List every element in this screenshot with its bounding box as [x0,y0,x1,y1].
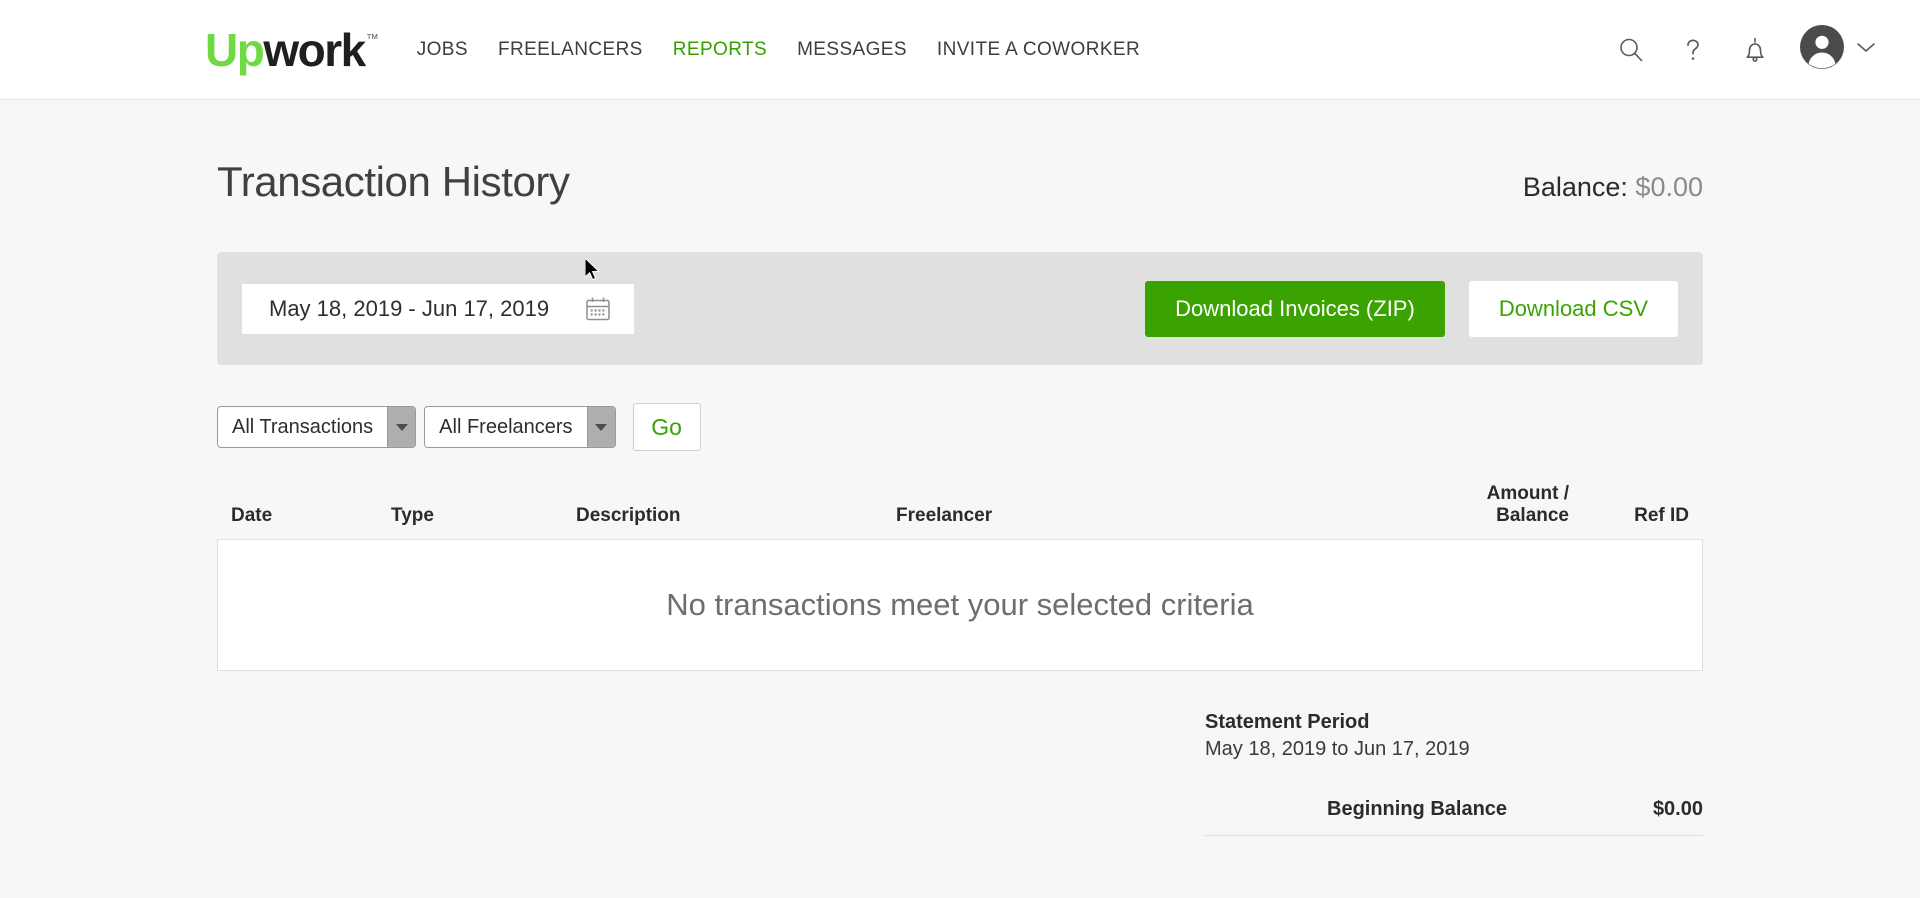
upwork-logo[interactable]: Upwork ™ [205,27,379,73]
freelancer-dropdown-arrow-icon[interactable] [586,407,615,447]
statement-period-title: Statement Period [1205,711,1370,734]
beginning-balance-label: Beginning Balance [1327,798,1508,821]
column-header-amount: Amount / [1486,483,1569,504]
statement-summary: Statement Period May 18, 2019 to Jun 17,… [1205,711,1703,837]
date-range-value: May 18, 2019 - Jun 17, 2019 [269,295,550,321]
help-icon[interactable] [1675,32,1711,68]
nav-item-freelancers[interactable]: FREELANCERS [498,39,643,61]
transactions-table: Date Type Description Freelancer Amount … [217,483,1703,672]
beginning-balance-value: $0.00 [1652,798,1703,821]
date-range-picker[interactable]: May 18, 2019 - Jun 17, 2019 [242,283,634,334]
transaction-type-select[interactable]: All Transactions [217,406,417,448]
beginning-balance-row: Beginning Balance $0.00 [1205,798,1703,837]
download-actions: Download Invoices (ZIP) Download CSV [1145,280,1678,337]
page-title: Transaction History [217,158,570,205]
go-button[interactable]: Go [632,403,701,451]
brand-work: work [263,23,366,76]
page-content: Transaction History Balance: $0.00 May 1… [0,100,1920,837]
freelancer-select[interactable]: All Freelancers [424,406,616,448]
table-header-row: Date Type Description Freelancer Amount … [217,483,1703,539]
freelancer-value: All Freelancers [439,415,573,438]
transaction-type-value: All Transactions [232,415,374,438]
search-icon[interactable] [1613,32,1649,68]
statement-period-value: May 18, 2019 to Jun 17, 2019 [1205,738,1470,761]
nav-item-messages[interactable]: MESSAGES [797,39,907,61]
column-header-amount-balance: Amount / Balance [1324,483,1569,527]
nav-item-reports[interactable]: REPORTS [673,39,767,61]
chevron-down-icon[interactable] [1855,40,1877,59]
notifications-bell-icon[interactable] [1737,32,1773,68]
account-menu[interactable] [1799,24,1877,75]
balance-label: Balance: [1522,172,1628,202]
column-header-freelancer: Freelancer [896,505,993,527]
nav-item-invite-a-coworker[interactable]: INVITE A COWORKER [937,39,1140,61]
column-header-balance: Balance [1496,505,1569,527]
brand-wordmark: Upwork [205,23,366,76]
empty-state: No transactions meet your selected crite… [217,539,1703,672]
site-header: Upwork ™ JOBS FREELANCERS REPORTS MESSAG… [0,0,1920,100]
brand-up: Up [205,23,265,76]
main-navigation: JOBS FREELANCERS REPORTS MESSAGES INVITE… [417,39,1140,61]
filters-row: All Transactions All Freelancers Go [217,403,1703,451]
avatar[interactable] [1799,24,1845,75]
header-tools [1613,24,1895,75]
date-and-download-bar: May 18, 2019 - Jun 17, 2019 Download Inv… [217,252,1703,365]
nav-item-jobs[interactable]: JOBS [417,39,468,61]
account-balance: Balance: $0.00 [1523,172,1703,203]
column-header-description: Description [576,505,681,527]
download-invoices-zip-button[interactable]: Download Invoices (ZIP) [1145,280,1445,337]
empty-state-message: No transactions meet your selected crite… [666,587,1254,623]
column-header-type: Type [391,505,434,527]
trademark-symbol: ™ [365,30,379,46]
balance-amount: $0.00 [1635,172,1703,202]
column-header-ref-id: Ref ID [1634,505,1689,527]
transaction-type-dropdown-arrow-icon[interactable] [387,407,416,447]
page-header-row: Transaction History Balance: $0.00 [217,100,1703,206]
calendar-icon [583,294,613,324]
download-csv-button[interactable]: Download CSV [1468,280,1678,337]
column-header-date: Date [231,505,273,527]
